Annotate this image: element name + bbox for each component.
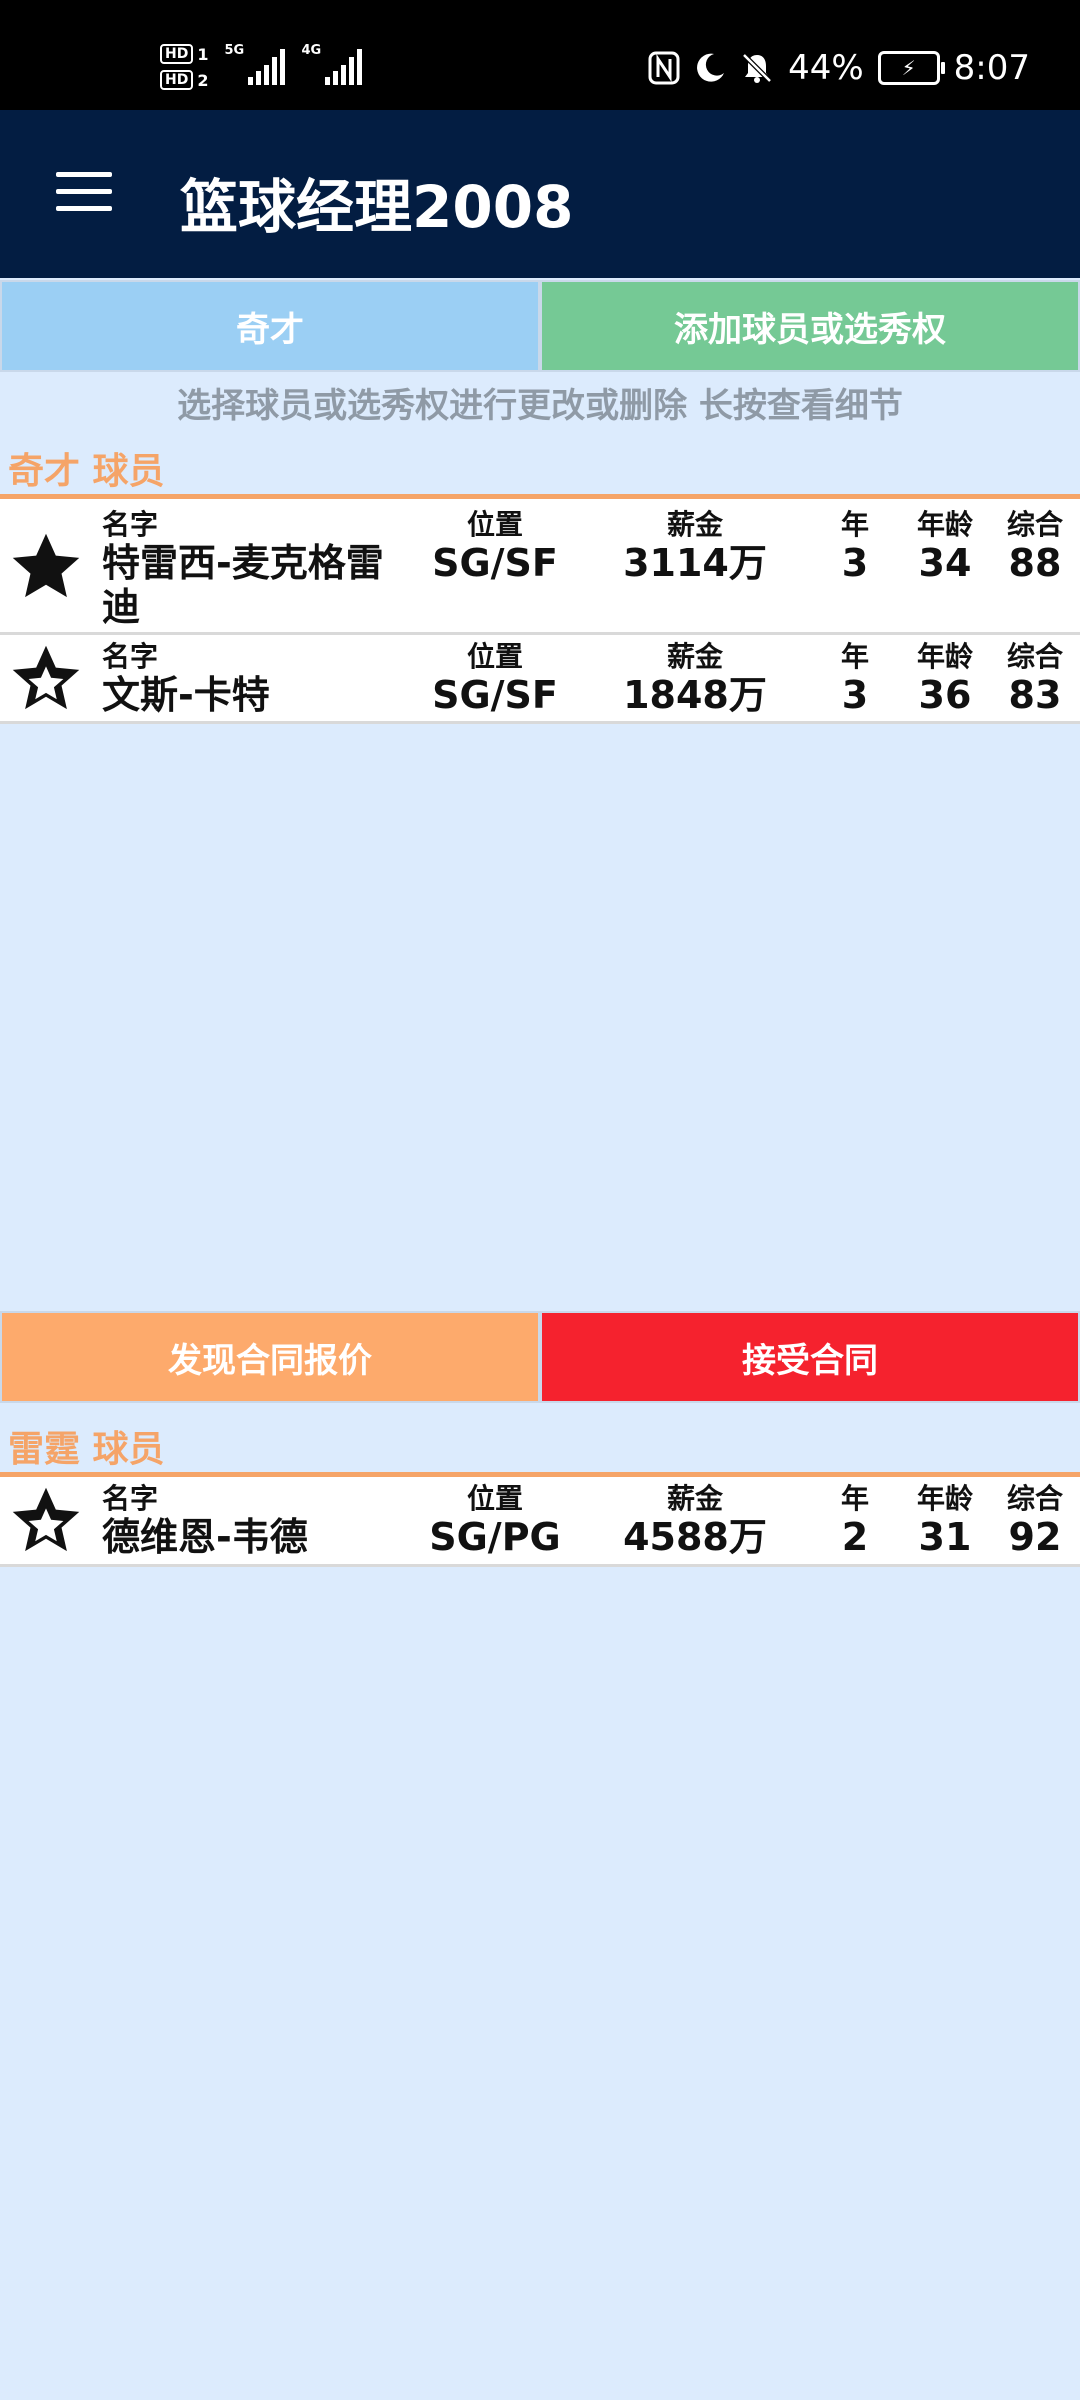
sim-slot-2: 2 [197,70,209,90]
overall-header: 综合 [1006,640,1063,673]
clock-time: 8:07 [953,48,1030,88]
age-header: 年龄 [916,1482,973,1515]
star-icon[interactable] [8,641,84,717]
sim-slot-1: 1 [197,44,209,64]
position-header: 位置 [466,1482,523,1515]
player-salary: 1848万 [623,673,767,717]
player-overall: 88 [1008,541,1062,585]
section-title: 雷霆 球员 [8,1429,165,1470]
moon-icon [697,53,725,82]
add-player-or-pick-button[interactable]: 添加球员或选秀权 [540,280,1080,372]
position-header: 位置 [466,640,523,673]
hd-badge: HD [160,44,194,64]
name-header: 名字 [102,1482,159,1515]
player-age: 34 [918,541,972,585]
instruction-hint: 选择球员或选秀权进行更改或删除 长按查看细节 [177,386,903,426]
years-header: 年 [840,1482,869,1515]
years-header: 年 [840,640,869,673]
player-salary: 4588万 [623,1515,767,1559]
signal-4g-icon: 4G [301,43,363,85]
nfc-icon [648,51,680,85]
contract-button-row: 发现合同报价 接受合同 [0,1311,1080,1403]
salary-header: 薪金 [666,640,723,673]
star-icon[interactable] [8,529,84,605]
player-overall: 83 [1008,673,1062,717]
status-bar: HD 1 HD 2 5G 4G 44% ⚡ 8:07 [0,0,1080,110]
player-position: SG/SF [432,673,558,717]
battery-charging-icon: ⚡ [877,51,945,85]
player-row[interactable]: 名字 文斯-卡特 位置 SG/SF 薪金 1848万 年 3 年龄 36 综合 … [0,635,1080,724]
player-name: 文斯-卡特 [102,673,270,717]
player-row[interactable]: 名字 德维恩-韦德 位置 SG/PG 薪金 4588万 年 2 年龄 31 综合… [0,1477,1080,1567]
salary-header: 薪金 [666,508,723,541]
age-header: 年龄 [916,508,973,541]
network-indicators: HD 1 HD 2 5G 4G [160,36,363,98]
overall-header: 综合 [1006,1482,1063,1515]
bell-off-icon [742,53,772,83]
app-title: 篮球经理2008 [180,173,574,241]
name-header: 名字 [102,508,159,541]
player-row[interactable]: 名字 特雷西-麦克格雷迪 位置 SG/SF 薪金 3114万 年 3 年龄 34… [0,499,1080,635]
top-button-row: 奇才 添加球员或选秀权 [0,280,1080,372]
accept-contract-button[interactable]: 接受合同 [540,1311,1080,1403]
contract-years: 2 [841,1515,869,1559]
contract-years: 3 [841,541,869,585]
app-bar: 篮球经理2008 [0,110,1080,278]
find-contract-offers-button[interactable]: 发现合同报价 [0,1311,540,1403]
player-position: SG/SF [432,541,558,585]
team-select-button[interactable]: 奇才 [0,280,540,372]
name-header: 名字 [102,640,159,673]
signal-5g-icon: 5G [224,43,286,85]
player-salary: 3114万 [623,541,767,585]
player-age: 36 [918,673,972,717]
overall-header: 综合 [1006,508,1063,541]
star-icon[interactable] [8,1483,84,1559]
player-name: 德维恩-韦德 [102,1515,308,1559]
section-title: 奇才 球员 [8,451,165,492]
contract-years: 3 [841,673,869,717]
years-header: 年 [840,508,869,541]
age-header: 年龄 [916,640,973,673]
player-overall: 92 [1008,1515,1062,1559]
battery-percent: 44% [788,48,864,88]
salary-header: 薪金 [666,1482,723,1515]
hamburger-menu-icon[interactable] [56,172,112,212]
system-indicators: 44% ⚡ 8:07 [648,38,1030,98]
player-name: 特雷西-麦克格雷迪 [102,541,384,629]
player-age: 31 [918,1515,972,1559]
position-header: 位置 [466,508,523,541]
hd-badge: HD [160,70,194,90]
player-position: SG/PG [429,1515,561,1559]
